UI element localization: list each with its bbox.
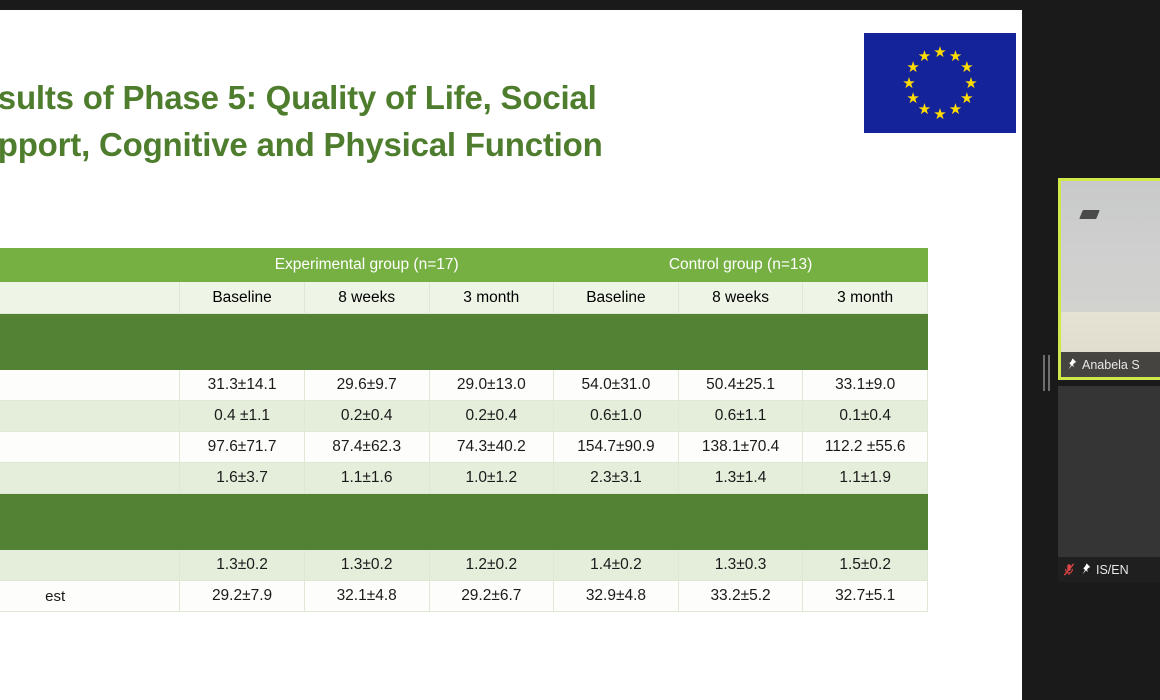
table-cell: 1.3±0.3 xyxy=(677,549,804,581)
column-header-exp-baseline: Baseline xyxy=(179,281,305,314)
column-header-row: Baseline 8 weeks 3 month Baseline 8 week… xyxy=(0,281,928,314)
participant-name-bar-muted: IS/EN xyxy=(1058,557,1160,582)
column-header-ctl-3month: 3 month xyxy=(802,281,928,314)
microphone-muted-icon[interactable] xyxy=(1063,563,1075,576)
table-cell: 97.6±71.7 xyxy=(179,431,305,463)
table-body: 31.3±14.1 29.6±9.7 29.0±13.0 54.0±31.0 50.4±… xyxy=(0,313,928,612)
row-label: est xyxy=(0,580,181,612)
table-cell: 1.6±3.7 xyxy=(179,462,305,494)
group-header-control: Control group (n=13) xyxy=(553,248,928,282)
table-row: 1.6±3.7 1.1±1.6 1.0±1.2 2.3±3.1 1.3±1.4 1.1±1… xyxy=(0,462,928,494)
table-row: est 29.2±7.9 32.1±4.8 29.2±6.7 32.9±4.8 33.2±… xyxy=(0,580,928,612)
table-cell: 33.2±5.2 xyxy=(677,580,804,612)
table-cell: 50.4±25.1 xyxy=(677,369,804,401)
table-cell: 31.3±14.1 xyxy=(179,369,305,401)
group-header-blank xyxy=(0,248,181,282)
section-band-label xyxy=(0,493,928,550)
table-cell: 29.2±7.9 xyxy=(179,580,305,612)
eu-star-6: ★ xyxy=(948,101,963,119)
row-label xyxy=(0,369,181,401)
european-union-flag-icon: ★ ★ ★ ★ ★ ★ ★ ★ ★ ★ ★ ★ xyxy=(861,30,1019,136)
eu-star-3: ★ xyxy=(960,59,974,76)
screen-share-window: Results of Phase 5: Quality of Life, Soc… xyxy=(0,0,1160,700)
table-cell: 32.7±5.1 xyxy=(802,580,928,612)
eu-star-9: ★ xyxy=(906,90,920,107)
table-section-band xyxy=(0,493,928,550)
panel-resize-handle[interactable] xyxy=(1042,355,1051,391)
table-cell: 0.2±0.4 xyxy=(428,400,555,432)
table-cell: 112.2 ±55.6 xyxy=(802,431,928,463)
table-cell: 1.3±0.2 xyxy=(179,549,305,581)
letterbox-bar xyxy=(0,0,1022,10)
table-cell: 33.1±9.0 xyxy=(802,369,928,401)
table-cell: 1.3±0.2 xyxy=(303,549,430,581)
table-cell: 32.9±4.8 xyxy=(553,580,679,612)
table-row: 97.6±71.7 87.4±62.3 74.3±40.2 154.7±90.9 138… xyxy=(0,431,928,463)
table-head: Experimental group (n=17) Control group … xyxy=(0,248,928,314)
participant-name-label: Anabela S xyxy=(1082,357,1140,372)
table-cell: 54.0±31.0 xyxy=(553,369,679,401)
table-cell: 138.1±70.4 xyxy=(677,431,804,463)
results-table: Experimental group (n=17) Control group … xyxy=(0,248,928,612)
eu-star-10: ★ xyxy=(902,74,916,92)
page-title: Results of Phase 5: Quality of Life, Soc… xyxy=(0,79,603,163)
participant-tile-active-speaker[interactable]: Anabela S xyxy=(1058,178,1160,380)
pin-icon[interactable] xyxy=(1066,358,1077,371)
webcam-wall xyxy=(1061,181,1160,313)
participant-name-label-muted: IS/EN xyxy=(1096,562,1129,577)
group-header-row: Experimental group (n=17) Control group … xyxy=(0,248,928,282)
table-row: 31.3±14.1 29.6±9.7 29.0±13.0 54.0±31.0 50.4±… xyxy=(0,369,928,401)
table-cell: 0.1±0.4 xyxy=(802,400,928,432)
table-cell: 29.6±9.7 xyxy=(303,369,430,401)
table-cell: 0.4 ±1.1 xyxy=(179,400,305,432)
table-cell: 74.3±40.2 xyxy=(428,431,555,463)
table-cell: 0.2±0.4 xyxy=(303,400,430,432)
table-cell: 0.6±1.1 xyxy=(677,400,804,432)
presentation-slide: Results of Phase 5: Quality of Life, Soc… xyxy=(0,10,1022,700)
table-cell: 2.3±3.1 xyxy=(553,462,679,494)
table-cell: 1.4±0.2 xyxy=(553,549,679,581)
table-section-band xyxy=(0,313,928,370)
webcam-wall-object xyxy=(1079,210,1100,219)
table-cell: 1.2±0.2 xyxy=(428,549,555,581)
section-band-label xyxy=(0,313,928,370)
table-cell: 29.2±6.7 xyxy=(428,580,555,612)
participant-tile-camera-off[interactable]: IS/EN xyxy=(1058,386,1160,582)
participant-name-bar: Anabela S xyxy=(1061,352,1160,377)
column-header-exp-3month: 3 month xyxy=(428,281,555,314)
row-label xyxy=(0,400,181,432)
table-row: 0.4 ±1.1 0.2±0.4 0.2±0.4 0.6±1.0 0.6±1.1 0.1±… xyxy=(0,400,928,432)
eu-star-1: ★ xyxy=(933,43,947,61)
eu-star-4: ★ xyxy=(964,74,978,92)
pin-icon-muted[interactable] xyxy=(1080,563,1091,576)
row-label xyxy=(0,431,181,463)
column-header-exp-8weeks: 8 weeks xyxy=(303,281,430,314)
column-header-rowlabel xyxy=(0,281,181,314)
table-cell: 1.3±1.4 xyxy=(677,462,804,494)
column-header-ctl-8weeks: 8 weeks xyxy=(677,281,804,314)
row-label xyxy=(0,462,181,494)
eu-star-12: ★ xyxy=(917,47,932,65)
table-cell: 1.0±1.2 xyxy=(428,462,555,494)
table-cell: 154.7±90.9 xyxy=(553,431,679,463)
table-cell: 87.4±62.3 xyxy=(303,431,430,463)
table-cell: 32.1±4.8 xyxy=(303,580,430,612)
table-cell: 1.1±1.6 xyxy=(303,462,430,494)
table-cell: 29.0±13.0 xyxy=(428,369,555,401)
column-header-ctl-baseline: Baseline xyxy=(553,281,679,314)
eu-star-7: ★ xyxy=(933,105,947,123)
table-cell: 0.6±1.0 xyxy=(553,400,679,432)
table-cell: 1.5±0.2 xyxy=(802,549,928,581)
shared-slide-region[interactable]: Results of Phase 5: Quality of Life, Soc… xyxy=(0,0,1022,700)
table-cell: 1.1±1.9 xyxy=(802,462,928,494)
group-header-experimental: Experimental group (n=17) xyxy=(179,248,555,282)
table-row: 1.3±0.2 1.3±0.2 1.2±0.2 1.4±0.2 1.3±0.3 1.5±0… xyxy=(0,549,928,581)
eu-flag-field: ★ ★ ★ ★ ★ ★ ★ ★ ★ ★ ★ ★ xyxy=(864,33,1016,133)
row-label xyxy=(0,549,181,581)
participant-video-sidebar: Anabela S IS/EN xyxy=(1022,0,1160,700)
